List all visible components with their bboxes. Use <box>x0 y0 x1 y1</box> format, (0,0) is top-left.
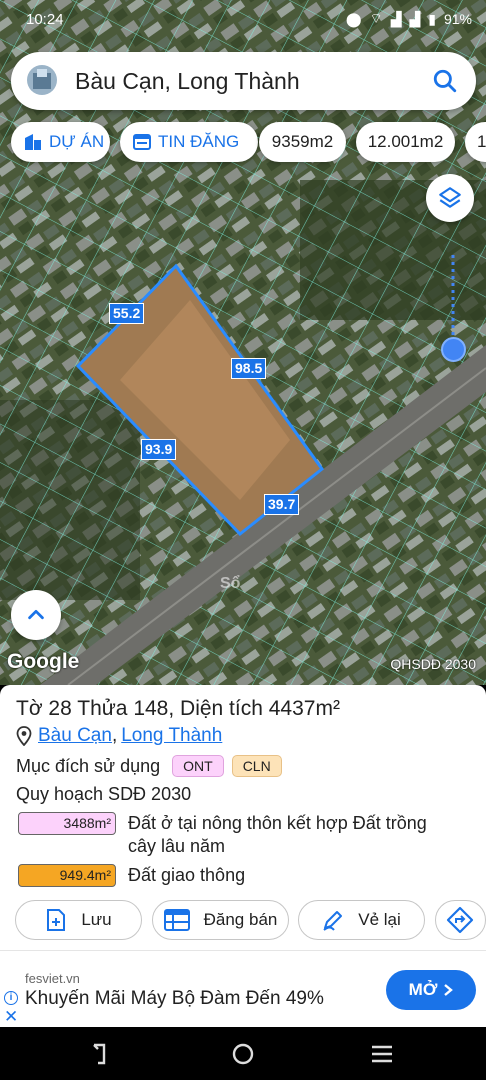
my-location-marker <box>441 337 466 362</box>
ad-domain: fesviet.vn <box>25 971 80 986</box>
map-view[interactable]: 55.2 98.5 93.9 39.7 Sổ 10:24 ⬤ ⌔ ▟ ▟ ▮ 9… <box>0 0 486 685</box>
app-logo[interactable] <box>27 65 57 95</box>
purpose-badge-cln: CLN <box>231 755 282 777</box>
battery-icon: ▮ <box>428 10 436 27</box>
chevron-right-icon <box>444 984 454 996</box>
battery-level: 91% <box>443 11 472 27</box>
wifi-icon: ⌔ <box>369 10 383 26</box>
layers-icon <box>439 187 461 208</box>
place-line: Bàu Cạn, Long Thành <box>16 725 222 747</box>
parcel-title: Tờ 28 Thửa 148, Diện tích 4437m² <box>16 697 340 720</box>
search-input[interactable] <box>75 63 415 99</box>
chip-du-an[interactable]: DỰ ÁN <box>11 122 110 162</box>
recent-apps-nav-icon[interactable] <box>372 1045 392 1063</box>
pen-icon <box>323 911 343 931</box>
plan-row: 3488m² Đất ở tại nông thôn kết hợp Đất t… <box>18 812 458 858</box>
purpose-badge-ont: ONT <box>172 755 224 777</box>
post-for-sale-button[interactable]: Đăng bán <box>152 900 289 940</box>
dimension-label: 98.5 <box>231 358 267 379</box>
chip-area-2[interactable]: 12.001m2 <box>356 122 455 162</box>
add-doc-icon <box>47 909 66 931</box>
dimension-label: 93.9 <box>141 439 177 460</box>
parcel-info-panel: Tờ 28 Thửa 148, Diện tích 4437m² Bàu Cạn… <box>0 685 486 950</box>
plan-description: Đất ở tại nông thôn kết hợp Đất trồng câ… <box>128 813 427 856</box>
status-bar: 10:24 ⬤ ⌔ ▟ ▟ ▮ 91% <box>0 0 486 40</box>
system-nav-bar <box>0 1027 486 1080</box>
pin-icon <box>16 726 32 746</box>
place-separator: , <box>111 725 118 746</box>
signal-icon: ▟ <box>390 10 402 27</box>
ward-link[interactable]: Bàu Cạn <box>38 725 112 747</box>
building-icon <box>25 134 41 150</box>
plan-area: 949.4m² <box>18 864 116 887</box>
purpose-line: Mục đích sử dụng ONT CLN <box>16 755 282 777</box>
home-nav-icon[interactable] <box>232 1043 254 1065</box>
ad-info-icon[interactable]: i <box>4 991 18 1005</box>
back-nav-icon[interactable] <box>93 1043 106 1065</box>
google-logo: Google <box>7 650 80 673</box>
plan-title: Quy hoạch SDĐ 2030 <box>16 784 192 804</box>
plan-row: 949.4m² Đất giao thông <box>18 864 458 887</box>
plan-description: Đất giao thông <box>128 865 246 885</box>
ad-close-icon[interactable]: ✕ <box>4 1007 18 1027</box>
dimension-label: 55.2 <box>109 303 145 324</box>
chevron-up-icon <box>28 609 44 620</box>
chip-area-1[interactable]: 9359m2 <box>259 122 346 162</box>
watermark: Sổ <box>220 575 241 592</box>
ad-text[interactable]: Khuyến Mãi Máy Bộ Đàm Đến 49% <box>25 988 324 1010</box>
chip-tin-dang[interactable]: TIN ĐĂNG <box>120 122 258 162</box>
location-status-icon: ⬤ <box>345 10 362 27</box>
redraw-button[interactable]: Vẻ lại <box>298 900 425 940</box>
ad-banner[interactable]: fesviet.vn i Khuyến Mãi Máy Bộ Đàm Đến 4… <box>0 950 486 1027</box>
save-button[interactable]: Lưu <box>15 900 142 940</box>
signal-icon: ▟ <box>409 10 421 27</box>
table-icon <box>163 909 190 931</box>
district-link[interactable]: Long Thành <box>121 725 222 747</box>
search-icon[interactable] <box>432 68 458 94</box>
plan-area: 3488m² <box>18 812 116 835</box>
search-bar[interactable] <box>11 52 476 110</box>
dimension-label: 39.7 <box>264 494 300 515</box>
ad-open-button[interactable]: MỞ <box>386 970 476 1010</box>
direction-icon <box>446 906 474 934</box>
map-mode-label: QHSDĐ 2030 <box>390 656 476 672</box>
directions-button[interactable] <box>435 900 486 940</box>
status-time: 10:24 <box>26 11 64 28</box>
layers-button[interactable] <box>426 174 474 222</box>
expand-panel-button[interactable] <box>11 590 61 640</box>
purpose-label: Mục đích sử dụng <box>16 755 161 776</box>
listing-icon <box>133 134 151 150</box>
